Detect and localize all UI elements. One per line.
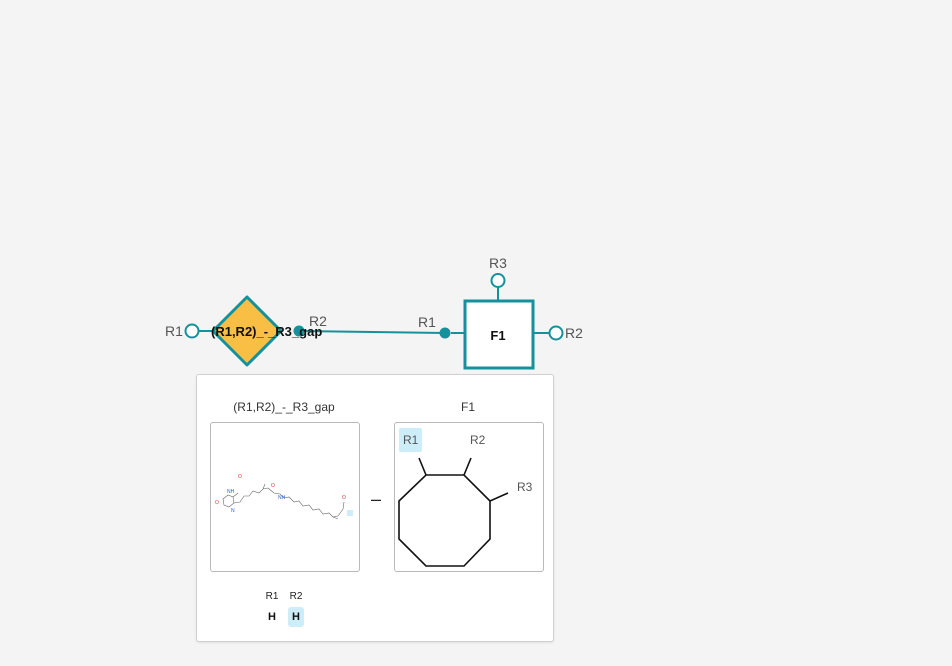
f1-node-r3-label: R3 [489, 255, 507, 271]
substituent-value-r2[interactable]: H [288, 607, 304, 627]
gap-node-title: (R1,R2)_-_R3_gap [211, 324, 322, 339]
svg-text:O: O [238, 474, 242, 480]
f1-node-r1-label: R1 [418, 314, 436, 330]
operator-minus: – [371, 489, 382, 509]
left-structure-caption: (R1,R2)_-_R3_gap [233, 400, 335, 414]
ring-r1-label: R1 [403, 433, 419, 447]
ring-r2-label: R2 [470, 433, 486, 447]
gap-structure-frame: NH O O N O NH O [210, 422, 360, 572]
composition-popup: (R1,R2)_-_R3_gap F1 NH O O N O NH O – R1… [196, 374, 554, 642]
gap-node-r1-port[interactable] [184, 323, 200, 339]
f1-node-r1-port[interactable] [439, 327, 451, 339]
substituent-header-r1: R1 [265, 591, 279, 602]
right-structure-caption: F1 [460, 400, 475, 414]
ring-r3-bond [489, 492, 509, 502]
f1-node-title: F1 [490, 328, 505, 343]
ring-r3-label: R3 [517, 480, 533, 494]
cyclooctane-ring [398, 474, 491, 567]
f1-node-r2-label: R2 [565, 325, 583, 341]
f1-node[interactable]: R1 F1 R3 R2 [418, 255, 583, 370]
gap-attachment-highlight [347, 510, 353, 516]
f1-node-r3-port[interactable] [490, 273, 506, 288]
substituent-value-r1[interactable]: H [264, 607, 280, 627]
f1-structure-frame: R1 R2 R3 [394, 422, 544, 572]
ring-r2-bond [463, 457, 472, 476]
svg-text:N: N [231, 508, 235, 514]
gap-node[interactable]: R1 R2 (R1,R2)_-_R3_gap [165, 295, 327, 367]
svg-text:NH: NH [278, 495, 286, 501]
f1-ring-drawing: R1 R2 R3 [398, 428, 533, 567]
ring-r1-bond [418, 457, 427, 476]
svg-text:NH: NH [227, 489, 235, 495]
svg-text:O: O [342, 495, 346, 501]
substituent-header-r2: R2 [289, 591, 303, 602]
gap-molecule-drawing: NH O O N O NH O [215, 474, 353, 520]
svg-text:O: O [215, 500, 219, 506]
svg-text:O: O [271, 483, 275, 489]
f1-node-r2-port[interactable] [548, 325, 564, 341]
gap-node-r1-label: R1 [165, 323, 183, 339]
